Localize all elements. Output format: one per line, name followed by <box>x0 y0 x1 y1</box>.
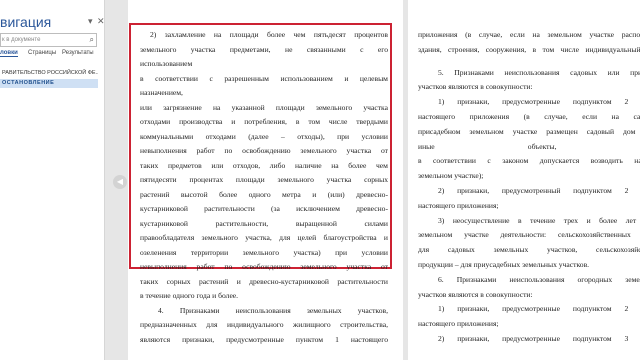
search-input[interactable]: к в документе ⌕ <box>0 33 97 47</box>
left-page-line: 4. Признаками неиспользования земельных … <box>158 305 388 315</box>
navigation-pane-title: вигация <box>0 14 52 30</box>
left-page-line: являются признаки, предусмотренные пункт… <box>140 334 388 344</box>
right-page-line: в соответствии с законом допускается воз… <box>418 156 640 166</box>
right-page-line: присадебном земельном участке размещен с… <box>418 126 640 136</box>
left-page-line: отходами производства и потребления, в т… <box>140 117 388 126</box>
right-page-line: настоящего приложения (в случае, если на… <box>418 112 640 121</box>
left-page-line: назначением, <box>140 88 183 97</box>
nav-heading-resolution[interactable]: ОСТАНОВЛЕНИЕ <box>0 79 98 88</box>
tab-pages[interactable]: Страницы <box>28 50 56 56</box>
left-page-line: правообладателя земельного участка, для … <box>140 233 388 242</box>
navigation-pane: вигация ▾ ✕ к в документе ⌕ ловки Страни… <box>0 0 105 360</box>
right-page-line: 5. Признаками неиспользования садовых ил… <box>438 67 640 77</box>
right-page-line: продукции – для приусадебных земельных у… <box>418 260 590 269</box>
left-page-line: невыполнения работ по освобождению земел… <box>140 262 388 271</box>
search-icon[interactable]: ⌕ <box>90 34 94 46</box>
right-page-line: земельном участке); <box>418 171 484 181</box>
right-page-line: участков являются в совокупности: <box>418 82 533 92</box>
left-page-line: таких предметов или отходов, либо наличи… <box>140 160 388 170</box>
right-page-line: иные объекты, кот <box>418 141 640 151</box>
tab-results[interactable]: Результаты <box>62 50 94 56</box>
left-page-line: предназначенных для индивидуального жили… <box>140 320 388 329</box>
left-page-line: в соответствии с разрешенным использован… <box>140 73 388 83</box>
chevron-left-icon[interactable]: ◀ <box>113 175 127 189</box>
left-page-line: использованием <box>140 59 193 68</box>
left-page-line: кустарниковой растительности (за исключе… <box>140 204 388 213</box>
nav-heading-government[interactable]: РАВИТЕЛЬСТВО РОССИЙСКОЙ ФЕ... <box>0 69 98 78</box>
right-page-line: 1) признаки, предусмотренные подпунктом … <box>438 97 640 107</box>
right-page-line: участков являются в совокупности: <box>418 289 533 299</box>
right-page-line: 2) признаки, предусмотренные подпунктом … <box>438 334 640 343</box>
chevron-down-icon[interactable]: ▾ <box>88 16 93 27</box>
right-page-line: земельном участке деятельности: сельскох… <box>418 230 640 240</box>
left-page-line: кустарниковой растительности, выращенной… <box>140 218 388 228</box>
right-page-line: для садовых земельных участков, сельскох… <box>418 245 640 255</box>
navigation-tabs: ловки Страницы Результаты <box>0 49 104 61</box>
right-page-line: приложения (в случае, если на земельном … <box>418 30 640 39</box>
right-page-line: 6. Признаками неиспользования огородных … <box>438 274 640 284</box>
right-page-line: здания, строения, сооружения, в том числ… <box>418 44 640 54</box>
close-icon[interactable]: ✕ <box>97 16 105 27</box>
right-page-line: настоящего приложения; <box>418 200 499 210</box>
tab-headings[interactable]: ловки <box>0 50 18 57</box>
left-page-line: земельного участка предметами, не связан… <box>140 44 388 54</box>
right-page-line: 2) признаки, предусмотренный подпунктом … <box>438 186 640 195</box>
left-page-line: озеленения территории земельного участка… <box>140 247 388 257</box>
left-page-line: таких сорных растений и древесно-кустарн… <box>140 276 388 286</box>
left-page-line: растений высотой более одного метра и (и… <box>140 189 388 199</box>
left-page-line: в течение одного года и более. <box>140 291 239 300</box>
left-page-line: коммунальными отходами (далее – отходы),… <box>140 131 388 141</box>
right-page-line: 3) неосуществление в течение трех и боле… <box>438 215 640 225</box>
right-page-line: настоящего приложения; <box>418 319 499 329</box>
left-page-line: невыполнения работ по освобождению земел… <box>140 146 388 155</box>
left-page-line: 2) захламление на площади более чем пять… <box>150 30 388 39</box>
left-page-line: или загрязнение на указанной площади зем… <box>140 102 388 112</box>
right-page-line: 1) признаки, предусмотренные подпунктом … <box>438 304 640 314</box>
search-placeholder: к в документе <box>2 37 41 43</box>
left-page-line: пятидесяти процентах площади земельного … <box>140 175 388 184</box>
